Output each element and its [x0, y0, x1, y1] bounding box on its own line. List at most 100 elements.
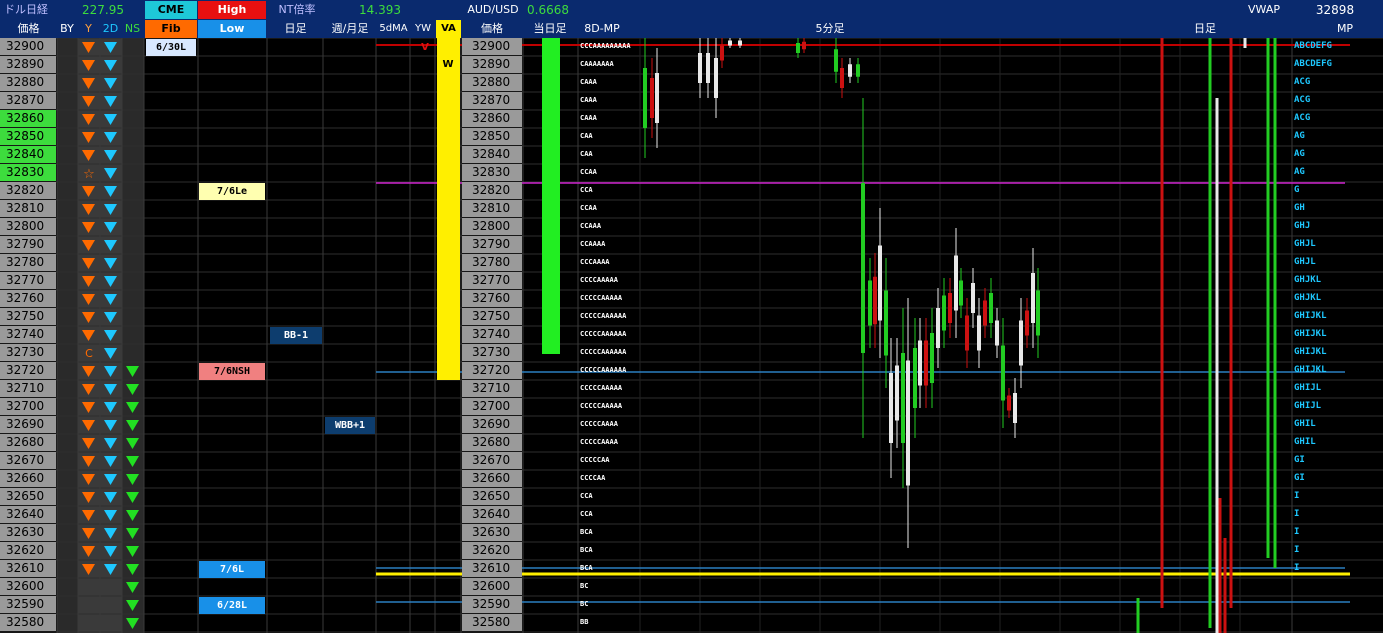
fib-label-76le: 7/6Le: [199, 183, 265, 200]
tpo-letters: CCAAA: [580, 222, 602, 230]
candle-body: [714, 58, 718, 98]
price-cell-mid: 32820: [462, 182, 522, 199]
tpo-letters: CCCCCAAAA: [580, 438, 618, 446]
mp-letters: GHJ: [1294, 221, 1311, 231]
price-cell-mid: 32680: [462, 434, 522, 451]
price-cell-mid: 32870: [462, 92, 522, 109]
ns-column-bg: [122, 38, 144, 633]
price-cell: 32660: [0, 470, 56, 487]
price-cell: 32780: [0, 254, 56, 271]
tpo-letters: CCCCCAAAA: [580, 420, 618, 428]
mp-letters: GH: [1294, 203, 1305, 213]
price-cell: 32900: [0, 38, 56, 55]
nikkei-value: 227.95: [82, 3, 124, 17]
price-cell-mid: 32740: [462, 326, 522, 343]
candle-body: [848, 64, 852, 77]
candle-body: [868, 280, 872, 326]
col-yw: YW: [415, 23, 431, 34]
mp-letters: [1294, 614, 1364, 631]
col-weekly: 週/月足: [331, 22, 369, 35]
price-cell-mid: 32780: [462, 254, 522, 271]
candle-body: [802, 41, 806, 50]
tpo-letters: CCCCCAAAAA: [580, 384, 623, 392]
mp-letters: GHIJL: [1294, 383, 1322, 393]
candle-body: [720, 45, 724, 61]
price-cell: 32730: [0, 344, 56, 361]
price-cell: 32640: [0, 506, 56, 523]
tpo-letters: CAA: [580, 132, 593, 140]
tpo-letters: CCA: [580, 510, 593, 518]
price-cell-mid: 32660: [462, 470, 522, 487]
weekly-label-wbb1: WBB+1: [325, 417, 375, 434]
candle-body: [930, 333, 934, 383]
col-price: 価格: [17, 22, 40, 35]
fib-label-76l: 7/6L: [199, 561, 265, 578]
tpo-letters: CCCCAAAAA: [580, 276, 618, 284]
candle-body: [959, 280, 963, 306]
candle-body: [965, 315, 969, 351]
tpo-letters: CCCCCAAAAAA: [580, 366, 627, 374]
nt-label: NT倍率: [278, 3, 316, 16]
price-cell-mid: 32610: [462, 560, 522, 577]
price-cell: 32710: [0, 380, 56, 397]
low-button[interactable]: Low: [198, 20, 266, 38]
mp-letters: GHIL: [1294, 437, 1316, 447]
fib-label-76nsh: 7/6NSH: [199, 363, 265, 380]
price-cell-mid: 32580: [462, 614, 522, 631]
col-price2: 価格: [481, 22, 503, 35]
fib-label-630: 6/30L: [146, 39, 196, 56]
yw-v-marker: V: [421, 42, 429, 53]
mp-letters: ABCDEFG: [1294, 59, 1332, 69]
mp-letters: GHJL: [1294, 239, 1316, 249]
candle-body: [834, 49, 838, 72]
col-by: BY: [60, 22, 74, 35]
price-cell: 32840: [0, 146, 56, 163]
col-ns: NS: [124, 22, 141, 35]
candle-body: [942, 295, 946, 331]
tpo-letters: CCCCCAAAAAA: [580, 330, 627, 338]
mp-letters: AG: [1294, 149, 1305, 159]
mp-letters: I: [1294, 527, 1300, 537]
fib-button[interactable]: Fib: [145, 20, 197, 38]
candle-body: [989, 293, 993, 323]
candle-body: [889, 373, 893, 443]
candle-body: [948, 293, 952, 323]
mp-letters: G: [1294, 185, 1300, 195]
price-cell: 32600: [0, 578, 56, 595]
col-mp: MP: [1336, 22, 1354, 35]
col-va: VA: [436, 20, 461, 38]
mp-letters: [1294, 578, 1364, 595]
price-cell: 32740: [0, 326, 56, 343]
candle-body: [861, 183, 865, 353]
candle-body: [906, 360, 910, 486]
price-cell-mid: 32840: [462, 146, 522, 163]
tpo-letters: CCCCCAAAAAA: [580, 312, 627, 320]
value-area-bar: [437, 38, 460, 380]
tpo-letters: BCA: [580, 564, 593, 572]
price-cell: 32680: [0, 434, 56, 451]
price-cell-mid: 32900: [462, 38, 522, 55]
price-cell: 32590: [0, 596, 56, 613]
cme-button[interactable]: CME: [145, 1, 197, 19]
by-column-bg: [57, 38, 78, 633]
tpo-letters: CCAAAA: [580, 240, 606, 248]
mp-letters: GHIL: [1294, 419, 1316, 429]
tpo-letters: BCA: [580, 528, 593, 536]
price-cell: 32830: [0, 164, 56, 181]
candle-body: [840, 68, 844, 88]
price-cell-mid: 32600: [462, 578, 522, 595]
candle-body: [796, 43, 800, 53]
price-cell-mid: 32640: [462, 506, 522, 523]
high-button[interactable]: High: [198, 1, 266, 19]
daily-candle: [1273, 38, 1277, 568]
price-cell: 32650: [0, 488, 56, 505]
price-cell-mid: 32890: [462, 56, 522, 73]
daily-candle: [1229, 38, 1233, 608]
mp-letters: [1294, 596, 1364, 613]
price-cell-mid: 32670: [462, 452, 522, 469]
tpo-letters: CAA: [580, 150, 593, 158]
price-cell-mid: 32810: [462, 200, 522, 217]
daily-candle: [1243, 38, 1247, 48]
tpo-letters: CAAA: [580, 114, 597, 122]
mp-letters: GHJKL: [1294, 293, 1322, 303]
